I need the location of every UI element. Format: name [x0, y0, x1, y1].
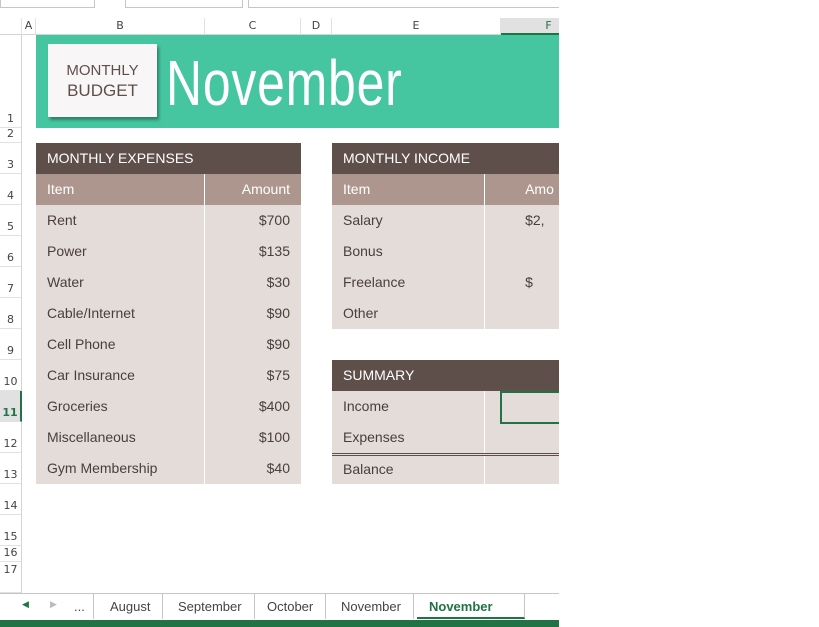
row-header[interactable]: 7: [0, 267, 22, 298]
amount-cell[interactable]: $100: [205, 422, 301, 453]
summary-income[interactable]: Income: [332, 391, 486, 422]
row-header[interactable]: 16: [0, 546, 22, 562]
item-cell[interactable]: Car Insurance: [36, 360, 205, 391]
row-header[interactable]: 2: [0, 127, 22, 143]
expenses-table: MONTHLY EXPENSES Item Amount Rent $700 Powe…: [36, 143, 301, 484]
amount-cell[interactable]: $400: [205, 391, 301, 422]
summary-expenses-value[interactable]: [485, 422, 559, 453]
scroll-left-icon[interactable]: ◀: [22, 599, 29, 610]
row-header[interactable]: 3: [0, 143, 22, 174]
summary-expenses[interactable]: Expenses: [332, 422, 486, 453]
row-header[interactable]: 11: [0, 391, 22, 422]
header-amount[interactable]: Amo: [485, 174, 559, 205]
item-cell[interactable]: Cell Phone: [36, 329, 205, 360]
formula-bar[interactable]: [248, 0, 559, 8]
summary-balance[interactable]: Balance: [332, 456, 486, 484]
table-row: Freelance $: [332, 267, 559, 298]
row-header[interactable]: 8: [0, 298, 22, 329]
name-box[interactable]: [0, 0, 95, 8]
row-header[interactable]: 12: [0, 422, 22, 453]
amount-cell[interactable]: $40: [205, 453, 301, 484]
month-title: November: [166, 47, 403, 119]
table-row: Rent $700: [36, 205, 301, 236]
item-cell[interactable]: Freelance: [332, 267, 486, 298]
table-row: Gym Membership $40: [36, 453, 301, 484]
item-cell[interactable]: Other: [332, 298, 486, 329]
amount-cell[interactable]: $135: [205, 236, 301, 267]
header-item[interactable]: Item: [332, 174, 486, 205]
selected-cell[interactable]: [500, 391, 559, 424]
col-header-e[interactable]: E: [332, 18, 501, 35]
income-title: MONTHLY INCOME: [332, 143, 559, 174]
item-cell[interactable]: Cable/Internet: [36, 298, 205, 329]
row-header[interactable]: 15: [0, 515, 22, 546]
row-header[interactable]: 13: [0, 453, 22, 484]
item-cell[interactable]: Power: [36, 236, 205, 267]
amount-cell[interactable]: [485, 236, 559, 267]
note-line2: BUDGET: [67, 81, 138, 100]
amount-cell[interactable]: $2,: [485, 205, 559, 236]
more-sheets[interactable]: ...: [66, 594, 94, 619]
row-header[interactable]: 4: [0, 174, 22, 205]
row-header[interactable]: 14: [0, 484, 22, 515]
scroll-right-icon[interactable]: ▶: [50, 599, 57, 610]
col-header-d[interactable]: D: [301, 18, 332, 35]
item-cell[interactable]: Salary: [332, 205, 486, 236]
table-row: Water $30: [36, 267, 301, 298]
table-row: Cable/Internet $90: [36, 298, 301, 329]
row-header[interactable]: 5: [0, 205, 22, 236]
amount-cell[interactable]: [485, 298, 559, 329]
tab-november-2[interactable]: November (2): [417, 594, 525, 627]
item-cell[interactable]: Miscellaneous: [36, 422, 205, 453]
spreadsheet: A B C D E F 1 2 3 4 5 6 7 8 9 10 11 12 1…: [0, 0, 559, 627]
amount-cell[interactable]: $30: [205, 267, 301, 298]
table-row: Groceries $400: [36, 391, 301, 422]
amount-cell[interactable]: $75: [205, 360, 301, 391]
monthly-budget-note: MONTHLY BUDGET: [48, 44, 157, 117]
tab-september[interactable]: September: [166, 594, 255, 619]
amount-cell[interactable]: $90: [205, 329, 301, 360]
row-header[interactable]: 10: [0, 360, 22, 391]
row-header[interactable]: 1: [0, 35, 22, 128]
row-header[interactable]: 6: [0, 236, 22, 267]
tab-november[interactable]: November: [329, 594, 414, 619]
col-header-f[interactable]: F: [501, 18, 559, 35]
summary-balance-value[interactable]: [485, 456, 559, 484]
item-cell[interactable]: Rent: [36, 205, 205, 236]
amount-cell[interactable]: $90: [205, 298, 301, 329]
table-row: Car Insurance $75: [36, 360, 301, 391]
item-cell[interactable]: Bonus: [332, 236, 486, 267]
formula-buttons[interactable]: [125, 0, 243, 8]
tab-august[interactable]: August: [98, 594, 164, 619]
row-header[interactable]: 17: [0, 562, 22, 593]
select-all[interactable]: [0, 18, 22, 35]
item-cell[interactable]: Groceries: [36, 391, 205, 422]
expenses-title: MONTHLY EXPENSES: [36, 143, 301, 174]
table-row: Bonus: [332, 236, 559, 267]
table-row: Power $135: [36, 236, 301, 267]
tab-october[interactable]: October: [255, 594, 327, 619]
note-line1: MONTHLY: [66, 62, 139, 79]
table-row: Salary $2,: [332, 205, 559, 236]
table-row: Other: [332, 298, 559, 329]
summary-title: SUMMARY: [332, 360, 559, 391]
row-header[interactable]: 9: [0, 329, 22, 360]
income-table: MONTHLY INCOME Item Amo Salary $2, Bonus Fre…: [332, 143, 559, 329]
col-header-c[interactable]: C: [205, 18, 301, 35]
item-cell[interactable]: Gym Membership: [36, 453, 205, 484]
header-item[interactable]: Item: [36, 174, 205, 205]
sheet-tab-bar: ◀ ▶ ... August September October Novembe…: [0, 593, 559, 627]
col-header-b[interactable]: B: [36, 18, 205, 35]
table-row: Miscellaneous $100: [36, 422, 301, 453]
amount-cell[interactable]: $: [485, 267, 559, 298]
amount-cell[interactable]: $700: [205, 205, 301, 236]
status-bar: [0, 620, 559, 627]
table-row: Cell Phone $90: [36, 329, 301, 360]
header-amount[interactable]: Amount: [205, 174, 301, 205]
col-header-a[interactable]: A: [22, 18, 36, 35]
item-cell[interactable]: Water: [36, 267, 205, 298]
